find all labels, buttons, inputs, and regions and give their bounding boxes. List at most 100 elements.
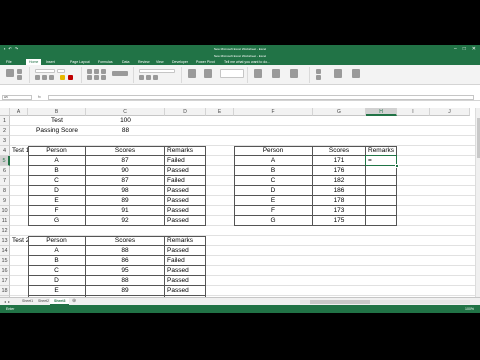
formula-input[interactable] (48, 95, 474, 100)
test2-cell[interactable]: A (28, 246, 86, 256)
column-header-j[interactable]: J (430, 108, 470, 116)
fill-handle[interactable] (395, 164, 399, 168)
cell-a4[interactable]: Test 1 (10, 146, 29, 156)
currency-icon[interactable] (139, 75, 144, 80)
right_table-cell[interactable] (366, 196, 397, 206)
right_table-cell[interactable]: C (234, 176, 313, 186)
right_table-cell[interactable]: 173 (313, 206, 366, 216)
test1-cell[interactable]: E (28, 196, 86, 206)
vertical-scrollbar[interactable] (475, 108, 480, 297)
test1-cell[interactable]: 92 (86, 216, 165, 226)
column-header-a[interactable]: A (10, 108, 28, 116)
test1-cell[interactable]: 87 (86, 176, 165, 186)
row-header-9[interactable]: 9 (0, 196, 10, 206)
ribbon-tab-review[interactable]: Review (138, 60, 149, 64)
right_table-cell[interactable]: B (234, 166, 313, 176)
cell-c1[interactable]: 100 (86, 116, 165, 126)
test2-cell[interactable]: 88 (86, 246, 165, 256)
test1-cell[interactable]: B (28, 166, 86, 176)
test1-cell[interactable]: 90 (86, 166, 165, 176)
font-name-dropdown[interactable] (35, 69, 55, 73)
ribbon-tab-developer[interactable]: Developer (172, 60, 188, 64)
row-header-8[interactable]: 8 (0, 186, 10, 196)
new-sheet-icon[interactable]: ⊕ (72, 298, 76, 304)
cell-b2[interactable]: Passing Score (28, 126, 86, 136)
horizontal-scroll-thumb[interactable] (310, 300, 370, 304)
right_table-cell[interactable]: 182 (313, 176, 366, 186)
ribbon-tab-file[interactable]: File (6, 60, 12, 64)
right_table-cell[interactable]: D (234, 186, 313, 196)
test2-header-1[interactable]: Scores (86, 236, 165, 246)
maximize-button[interactable]: □ (463, 46, 466, 52)
autosum-icon[interactable] (316, 69, 321, 74)
column-header-e[interactable]: E (206, 108, 234, 116)
column-header-g[interactable]: G (313, 108, 366, 116)
test2-cell[interactable]: 89 (86, 286, 165, 296)
font-color-icon[interactable] (68, 75, 73, 80)
column-header-i[interactable]: I (397, 108, 430, 116)
test1-cell[interactable]: F (28, 206, 86, 216)
cut-icon[interactable] (17, 69, 22, 74)
align-center-icon[interactable] (94, 75, 99, 80)
test1-cell[interactable]: D (28, 186, 86, 196)
right_table-cell[interactable] (366, 206, 397, 216)
test1-header-1[interactable]: Scores (86, 146, 165, 156)
copy-icon[interactable] (17, 75, 22, 80)
test2-cell[interactable]: B (28, 256, 86, 266)
right_table-cell[interactable] (366, 216, 397, 226)
conditional-formatting-icon[interactable] (188, 69, 196, 78)
test1-cell[interactable]: G (28, 216, 86, 226)
percent-icon[interactable] (146, 75, 151, 80)
delete-cells-icon[interactable] (272, 69, 280, 78)
fill-icon[interactable] (316, 75, 321, 80)
right_table-cell[interactable]: 171 (313, 156, 366, 166)
row-header-6[interactable]: 6 (0, 166, 10, 176)
align-left-icon[interactable] (87, 75, 92, 80)
row-header-16[interactable]: 16 (0, 266, 10, 276)
cell-a13[interactable]: Test 2 (10, 236, 29, 246)
merge-center-icon[interactable] (112, 71, 128, 76)
test2-cell[interactable]: E (28, 286, 86, 296)
cell-styles-gallery[interactable] (220, 69, 244, 78)
test1-cell[interactable]: 87 (86, 156, 165, 166)
format-as-table-icon[interactable] (204, 69, 212, 78)
test2-cell[interactable]: Passed (165, 266, 206, 276)
right_table-cell[interactable]: 178 (313, 196, 366, 206)
right_table-cell[interactable] (366, 166, 397, 176)
row-header-18[interactable]: 18 (0, 286, 10, 296)
right_table-cell[interactable]: 175 (313, 216, 366, 226)
ribbon-tab-data[interactable]: Data (122, 60, 129, 64)
row-header-1[interactable]: 1 (0, 116, 10, 126)
fx-icon[interactable]: fx (38, 95, 41, 99)
test2-cell[interactable]: Passed (165, 276, 206, 286)
select-all-corner[interactable] (0, 108, 10, 116)
bold-icon[interactable] (35, 75, 40, 80)
row-header-17[interactable]: 17 (0, 276, 10, 286)
align-top-icon[interactable] (87, 69, 92, 74)
insert-cells-icon[interactable] (254, 69, 262, 78)
row-header-12[interactable]: 12 (0, 226, 10, 236)
close-button[interactable]: ✕ (472, 46, 476, 52)
test2-cell[interactable]: 88 (86, 276, 165, 286)
minimize-button[interactable]: – (454, 46, 457, 52)
column-header-c[interactable]: C (86, 108, 165, 116)
right_table-cell[interactable] (366, 176, 397, 186)
ribbon-tab-page-layout[interactable]: Page Layout (70, 60, 90, 64)
align-right-icon[interactable] (101, 75, 106, 80)
right_table-cell[interactable] (366, 186, 397, 196)
ribbon-tab-formulas[interactable]: Formulas (98, 60, 113, 64)
column-header-d[interactable]: D (165, 108, 206, 116)
horizontal-scrollbar[interactable] (300, 300, 470, 304)
row-header-10[interactable]: 10 (0, 206, 10, 216)
test2-cell[interactable]: C (28, 266, 86, 276)
row-header-7[interactable]: 7 (0, 176, 10, 186)
test2-cell[interactable]: 95 (86, 266, 165, 276)
test2-cell[interactable]: 86 (86, 256, 165, 266)
test2-cell[interactable]: Failed (165, 256, 206, 266)
test1-cell[interactable]: 98 (86, 186, 165, 196)
test1-cell[interactable]: Passed (165, 216, 206, 226)
active-cell[interactable] (365, 155, 399, 168)
right_table-header-0[interactable]: Person (234, 146, 313, 156)
column-header-f[interactable]: F (234, 108, 313, 116)
align-middle-icon[interactable] (94, 69, 99, 74)
